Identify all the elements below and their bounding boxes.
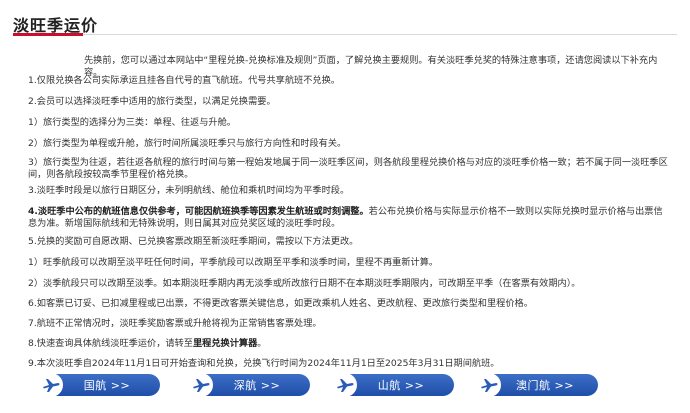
airplane-icon [39,373,63,397]
rule-8: 8.快速查询具体航线淡旺季运价，请转至里程兑换计算器。 [28,338,668,350]
shandong-airlines-button-label: 山航 >> [377,379,425,392]
airplane-icon [333,373,357,397]
rule-5: 5.兑换的奖励可自愿改期、已兑换客票改期至新淡旺季期间，需按以下方法更改。 [28,236,359,247]
rule-7: 7.航班不正常情况时，淡旺季奖励客票或升舱将视为正常销售客票处理。 [28,318,322,329]
air-macau-button-label: 澳门航 >> [516,379,574,392]
rule-4-bold-notice: 淡旺季中公布的航班信息仅供参考，可能因航班换季等因素发生航班或时刻调整。 [37,206,369,217]
rule-4: 4.淡旺季中公布的航班信息仅供参考，可能因航班换季等因素发生航班或时刻调整。若公… [28,206,668,230]
shenzhen-airlines-button[interactable]: 深航 >> [189,373,310,397]
title-accent-underline [13,33,83,36]
header-bar: 淡旺季运价 [13,10,677,36]
rule-4-prefix: 4. [28,206,38,217]
airchina-button[interactable]: 国航 >> [39,373,160,397]
rule-2-1: 1）旅行类型的选择分为三类：单程、往返与升舱。 [28,117,236,128]
rule-1: 1.仅限兑换各公司实际承运且挂各自代号的直飞航班。代号共享航班不兑换。 [28,75,340,86]
rule-2: 2.会员可以选择淡旺季中适用的旅行类型，以满足兑换需要。 [28,96,276,107]
airplane-icon [477,373,501,397]
mileage-calculator-link[interactable]: 里程兑换计算器 [193,338,257,349]
shenzhen-airlines-button-label: 深航 >> [233,379,281,392]
rule-5-2: 2）淡季航段只可以改期至淡季。如本期淡旺季期内再无淡季或所改旅行日期不在本期淡旺… [28,278,581,289]
airchina-button-label: 国航 >> [83,379,131,392]
rule-2-2: 2）旅行类型为单程或升舱，旅行时间所属淡旺季只与旅行方向性和时段有关。 [28,138,347,149]
rule-5-1: 1）旺季航段可以改期至淡平旺任何时间，平季航段可以改期至平季和淡季时间，里程不再… [28,257,439,268]
rule-9: 9.本次淡旺季自2024年11月1日可开始查询和兑换，兑换飞行时间为2024年1… [28,358,500,369]
rule-3: 3.淡旺季时段是以旅行日期区分，未列明航线、舱位和乘机时间均为平季时段。 [28,185,350,196]
rule-8-tail: 。 [257,338,267,349]
rule-8-text: 8.快速查询具体航线淡旺季运价，请转至 [28,338,193,349]
air-macau-button[interactable]: 澳门航 >> [477,373,598,397]
rule-2-3: 3）旅行类型为往返，若往返各航程的旅行时间与第一程始发地属于同一淡旺季区间，则各… [28,157,668,180]
airplane-icon [189,373,213,397]
rule-6: 6.如客票已订妥、已扣减里程或已出票，不得更改客票关键信息，如更改乘机人姓名、更… [28,298,533,309]
shandong-airlines-button[interactable]: 山航 >> [333,373,454,397]
